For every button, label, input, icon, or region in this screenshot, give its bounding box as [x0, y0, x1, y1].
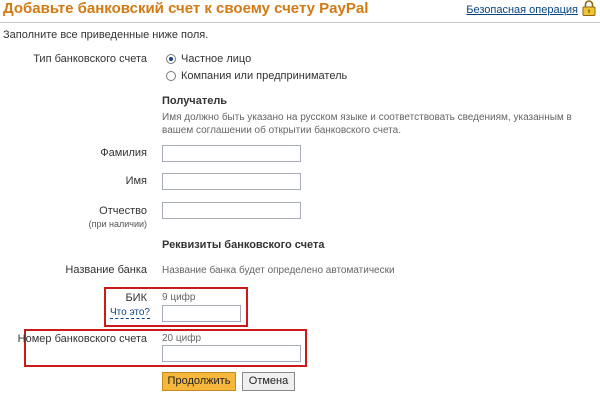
radio-button[interactable] [166, 71, 176, 81]
bik-help-link[interactable]: Что это? [110, 307, 150, 319]
continue-button[interactable]: Продолжить [162, 372, 236, 391]
account-number-input[interactable] [162, 345, 301, 362]
cancel-button[interactable]: Отмена [242, 372, 295, 391]
bank-name-label: Название банка [65, 264, 147, 276]
first-name-label: Имя [125, 175, 147, 187]
radio-business[interactable]: Компания или предприниматель [166, 70, 347, 82]
radio-individual[interactable]: Частное лицо [166, 53, 251, 65]
patronymic-label: Отчество [99, 205, 147, 217]
title-divider [0, 22, 600, 23]
radio-business-label: Компания или предприниматель [181, 70, 348, 82]
bank-name-value: Название банка будет определено автомати… [162, 265, 395, 276]
patronymic-input[interactable] [162, 202, 301, 219]
account-number-hint: 20 цифр [162, 333, 202, 344]
radio-individual-label: Частное лицо [181, 53, 252, 65]
secure-transaction-link[interactable]: Безопасная операция [466, 4, 578, 16]
first-name-input[interactable] [162, 173, 301, 190]
radio-button-selected[interactable] [166, 54, 176, 64]
bik-hint: 9 цифр [162, 292, 196, 303]
patronymic-optional-note: (при наличии) [88, 219, 147, 229]
account-number-label: Номер банковского счета [17, 333, 147, 345]
bik-label: БИК [125, 292, 147, 304]
page-title: Добавьте банковский счет к своему счету … [3, 0, 369, 17]
bik-input[interactable] [162, 305, 241, 322]
account-type-label: Тип банковского счета [33, 53, 147, 65]
last-name-input[interactable] [162, 145, 301, 162]
intro-text: Заполните все приведенные ниже поля. [3, 29, 209, 41]
recipient-note: Имя должно быть указано на русском языке… [162, 112, 572, 136]
recipient-heading: Получатель [162, 95, 228, 107]
bank-details-heading: Реквизиты банковского счета [162, 239, 325, 251]
padlock-icon [582, 0, 596, 16]
last-name-label: Фамилия [100, 147, 147, 159]
